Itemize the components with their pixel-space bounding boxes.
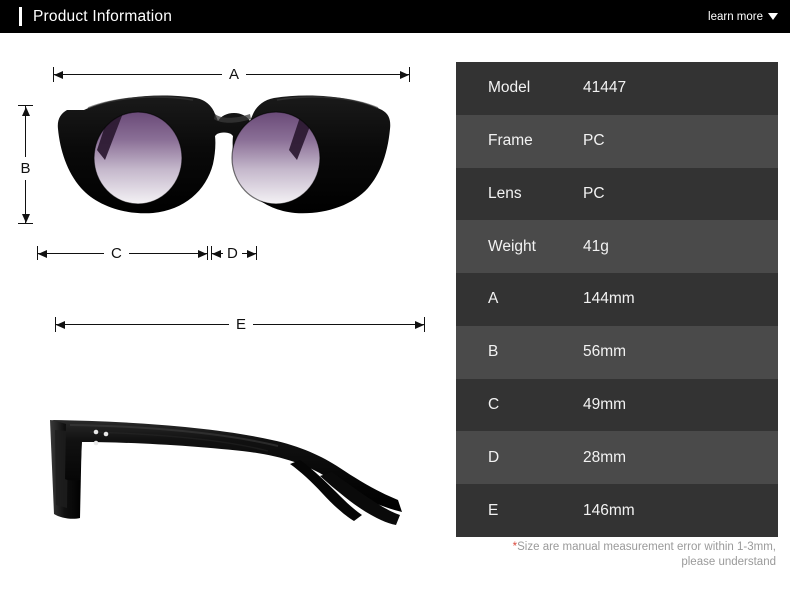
- header-accent-bar: [19, 7, 22, 26]
- table-row: Frame PC: [456, 114, 778, 168]
- measurement-disclaimer: *Size are manual measurement error withi…: [456, 540, 778, 570]
- spec-label: Lens: [488, 184, 522, 202]
- spec-label: A: [488, 290, 499, 308]
- spec-value: 49mm: [583, 395, 627, 413]
- spec-label: Model: [488, 79, 531, 97]
- page-title: Product Information: [33, 7, 173, 25]
- page-header: Product Information learn more: [0, 0, 790, 33]
- learn-more-button[interactable]: learn more: [708, 11, 778, 23]
- spec-value: PC: [583, 184, 605, 202]
- spec-value: 56mm: [583, 343, 627, 361]
- spec-value: PC: [583, 132, 605, 150]
- dimension-label-a: A: [222, 67, 247, 82]
- dimension-label-c: C: [104, 246, 129, 261]
- table-row: E 146mm: [456, 484, 778, 537]
- chevron-down-icon: [768, 13, 778, 20]
- table-row: Weight 41g: [456, 220, 778, 274]
- table-row: A 144mm: [456, 273, 778, 326]
- spec-value: 41g: [583, 237, 609, 255]
- product-visual-panel: A B C D E: [0, 33, 450, 600]
- spec-value: 144mm: [583, 290, 635, 308]
- dimension-label-b: B: [17, 157, 34, 180]
- note-line-1: Size are manual measurement error within…: [517, 541, 776, 553]
- dimension-label-e: E: [229, 317, 254, 332]
- spec-value: 146mm: [583, 501, 635, 519]
- spec-label: C: [488, 395, 500, 413]
- table-row: C 49mm: [456, 378, 778, 432]
- spec-value: 28mm: [583, 448, 627, 466]
- table-row: Model 41447: [456, 62, 778, 115]
- table-row: B 56mm: [456, 325, 778, 379]
- spec-value: 41447: [583, 79, 627, 97]
- spec-label: B: [488, 343, 499, 361]
- dimension-label-d: D: [223, 246, 242, 261]
- learn-more-label: learn more: [708, 10, 763, 23]
- note-line-2: please understand: [681, 556, 776, 568]
- spec-label: Frame: [488, 132, 533, 150]
- spec-label: D: [488, 448, 500, 466]
- spec-label: E: [488, 501, 499, 519]
- product-information-page: Product Information learn more A B C D E…: [0, 0, 790, 600]
- specification-table: Model 41447 Frame PC Lens PC Weight 41g …: [456, 62, 778, 537]
- sunglasses-side-view: [10, 368, 435, 528]
- spec-label: Weight: [488, 237, 536, 255]
- table-row: Lens PC: [456, 167, 778, 221]
- table-row: D 28mm: [456, 431, 778, 485]
- sunglasses-front-view: [55, 88, 400, 223]
